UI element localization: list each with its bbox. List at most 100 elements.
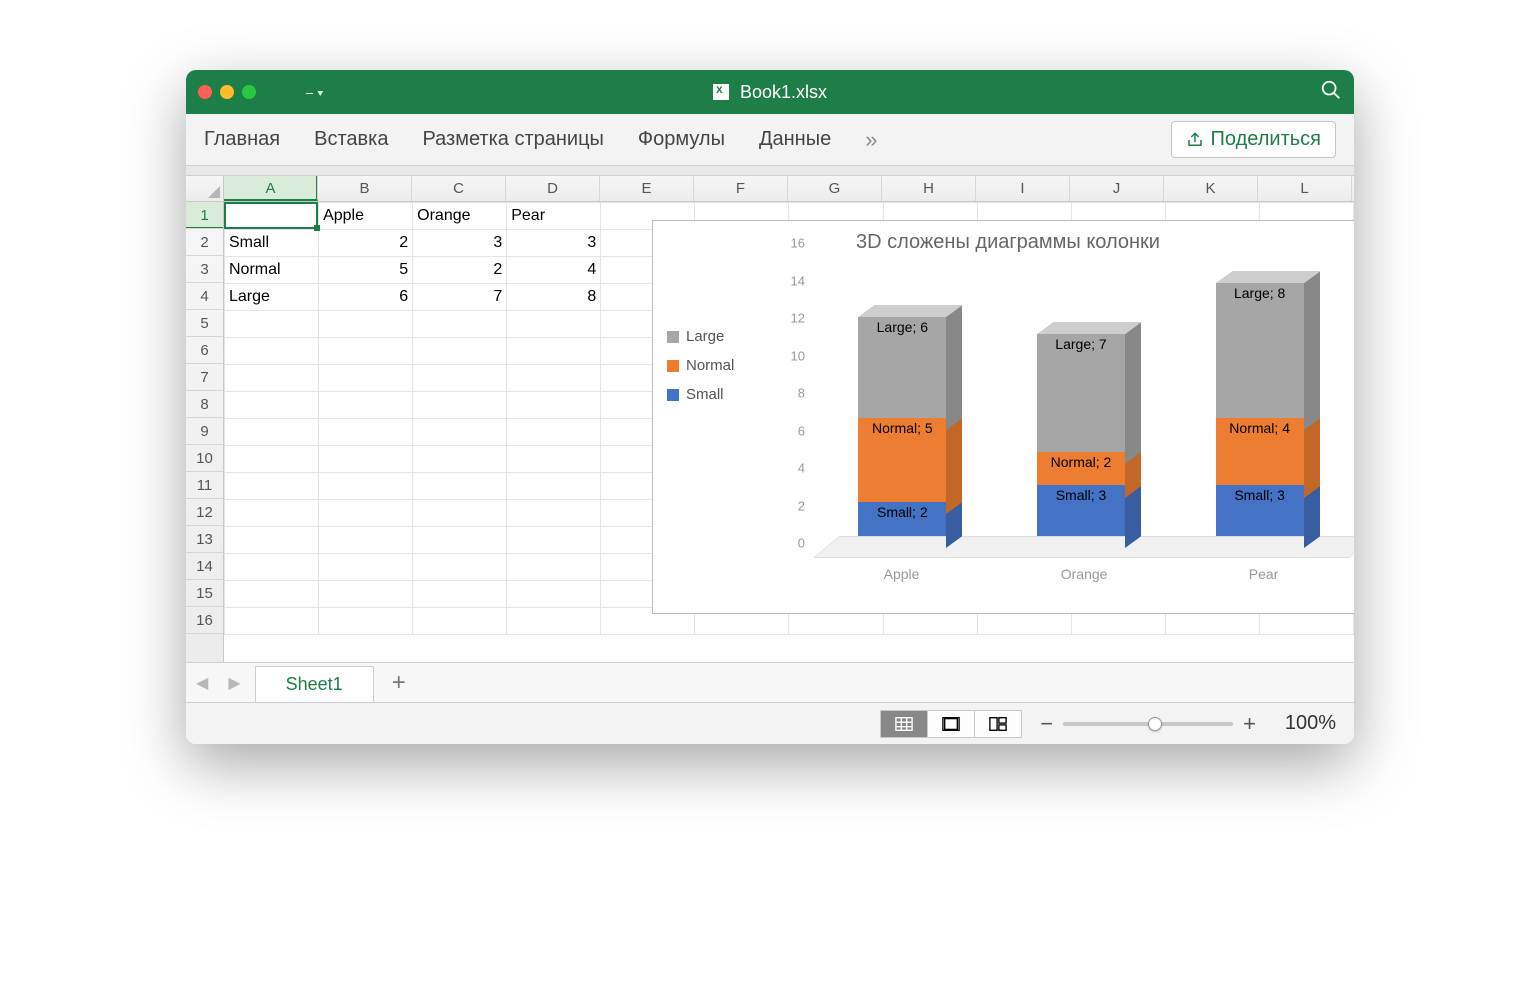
column-header[interactable]: C (412, 176, 506, 201)
normal-view-button[interactable] (880, 710, 928, 738)
zoom-out-button[interactable]: − (1040, 711, 1053, 737)
row-header[interactable]: 10 (186, 445, 223, 472)
ribbon-tabs: Главная Вставка Разметка страницы Формул… (186, 114, 1354, 166)
x-tick: Pear (1249, 566, 1279, 582)
chart-column: Small; 3Normal; 4Large; 8 (1216, 283, 1304, 536)
chart-object[interactable]: 3D сложены диаграммы колонки Large Norma… (652, 220, 1354, 614)
chart-segment: Large; 6 (858, 317, 946, 418)
cell[interactable]: Large (225, 284, 319, 311)
quick-access-toolbar[interactable]: ⎯ ▾ (306, 84, 324, 101)
row-header[interactable]: 16 (186, 607, 223, 634)
zoom-in-button[interactable]: + (1243, 711, 1256, 737)
cell-area[interactable]: Apple Orange Pear Small 2 3 3 Normal (224, 202, 1354, 662)
row-header[interactable]: 1 (186, 202, 223, 229)
legend-swatch-icon (667, 360, 679, 372)
cell[interactable]: 8 (507, 284, 601, 311)
data-label: Small; 2 (858, 504, 946, 520)
cell[interactable]: 2 (319, 230, 413, 257)
sheet-nav-next-icon[interactable]: ▶ (218, 673, 250, 693)
tab-page-layout[interactable]: Разметка страницы (422, 128, 603, 151)
view-switcher (881, 710, 1022, 738)
column-headers: A B C D E F G H I J K L (186, 176, 1354, 202)
legend-swatch-icon (667, 389, 679, 401)
formula-bar-collapsed[interactable] (186, 166, 1354, 176)
tab-formulas[interactable]: Формулы (638, 128, 725, 151)
legend-label: Normal (686, 357, 734, 374)
search-icon[interactable] (1320, 79, 1342, 106)
y-tick: 8 (798, 386, 805, 401)
row-header[interactable]: 14 (186, 553, 223, 580)
row-header[interactable]: 13 (186, 526, 223, 553)
row-header[interactable]: 6 (186, 337, 223, 364)
data-label: Normal; 5 (858, 420, 946, 436)
close-icon[interactable] (198, 85, 212, 99)
column-header[interactable]: E (600, 176, 694, 201)
y-tick: 6 (798, 423, 805, 438)
tab-home[interactable]: Главная (204, 128, 280, 151)
cell[interactable]: 2 (413, 257, 507, 284)
column-header[interactable]: H (882, 176, 976, 201)
row-header[interactable]: 4 (186, 283, 223, 310)
chart-column: Small; 2 Normal; 5 Large; 6 (858, 317, 946, 536)
zoom-percentage[interactable]: 100% (1274, 712, 1336, 735)
x-tick: Orange (1061, 566, 1108, 582)
column-header[interactable]: L (1258, 176, 1352, 201)
more-tabs-icon[interactable]: » (865, 127, 877, 153)
chart-segment: Small; 2 (858, 502, 946, 536)
row-header[interactable]: 11 (186, 472, 223, 499)
cell[interactable]: 7 (413, 284, 507, 311)
y-tick: 14 (791, 273, 805, 288)
column-header[interactable]: B (318, 176, 412, 201)
legend-label: Large (686, 328, 724, 345)
y-tick: 12 (791, 311, 805, 326)
row-header[interactable]: 2 (186, 229, 223, 256)
column-header[interactable]: A (224, 176, 318, 201)
app-window: ⎯ ▾ Book1.xlsx Главная Вставка Разметка … (186, 70, 1354, 744)
chart-plot-area: 0246810121416 Small; 2Normal; 5Large; 6S… (773, 258, 1354, 588)
chart-segment: Small; 3 (1216, 485, 1304, 536)
y-axis: 0246810121416 (773, 258, 809, 558)
row-header[interactable]: 12 (186, 499, 223, 526)
cell[interactable]: 4 (507, 257, 601, 284)
column-header[interactable]: D (506, 176, 600, 201)
cell[interactable]: Pear (507, 203, 601, 230)
select-all-corner[interactable] (186, 176, 224, 201)
row-header[interactable]: 15 (186, 580, 223, 607)
minimize-icon[interactable] (220, 85, 234, 99)
column-header[interactable]: K (1164, 176, 1258, 201)
cell[interactable]: 3 (413, 230, 507, 257)
chart-segment: Normal; 2 (1037, 452, 1125, 486)
row-header[interactable]: 5 (186, 310, 223, 337)
sheet-nav-prev-icon[interactable]: ◀ (186, 673, 218, 693)
cell[interactable]: Orange (413, 203, 507, 230)
add-sheet-icon[interactable]: + (374, 669, 424, 697)
column-header[interactable]: G (788, 176, 882, 201)
row-header[interactable]: 3 (186, 256, 223, 283)
share-button[interactable]: Поделиться (1171, 121, 1336, 158)
tab-insert[interactable]: Вставка (314, 128, 388, 151)
cell[interactable]: 6 (319, 284, 413, 311)
cell[interactable]: Small (225, 230, 319, 257)
data-label: Small; 3 (1216, 487, 1304, 503)
cell[interactable]: 5 (319, 257, 413, 284)
zoom-slider[interactable] (1063, 722, 1233, 726)
cell[interactable] (225, 203, 319, 230)
tab-data[interactable]: Данные (759, 128, 831, 151)
page-layout-view-button[interactable] (927, 710, 975, 738)
row-header[interactable]: 7 (186, 364, 223, 391)
y-tick: 0 (798, 536, 805, 551)
fullscreen-icon[interactable] (242, 85, 256, 99)
cell[interactable]: Normal (225, 257, 319, 284)
column-header[interactable]: I (976, 176, 1070, 201)
column-header[interactable]: J (1070, 176, 1164, 201)
row-header[interactable]: 9 (186, 418, 223, 445)
cell[interactable]: Apple (319, 203, 413, 230)
zoom-slider-thumb[interactable] (1148, 717, 1162, 731)
row-header[interactable]: 8 (186, 391, 223, 418)
status-bar: − + 100% (186, 702, 1354, 744)
page-break-view-button[interactable] (974, 710, 1022, 738)
chart-segment: Normal; 5 (858, 418, 946, 502)
sheet-tab[interactable]: Sheet1 (255, 666, 374, 702)
cell[interactable]: 3 (507, 230, 601, 257)
column-header[interactable]: F (694, 176, 788, 201)
